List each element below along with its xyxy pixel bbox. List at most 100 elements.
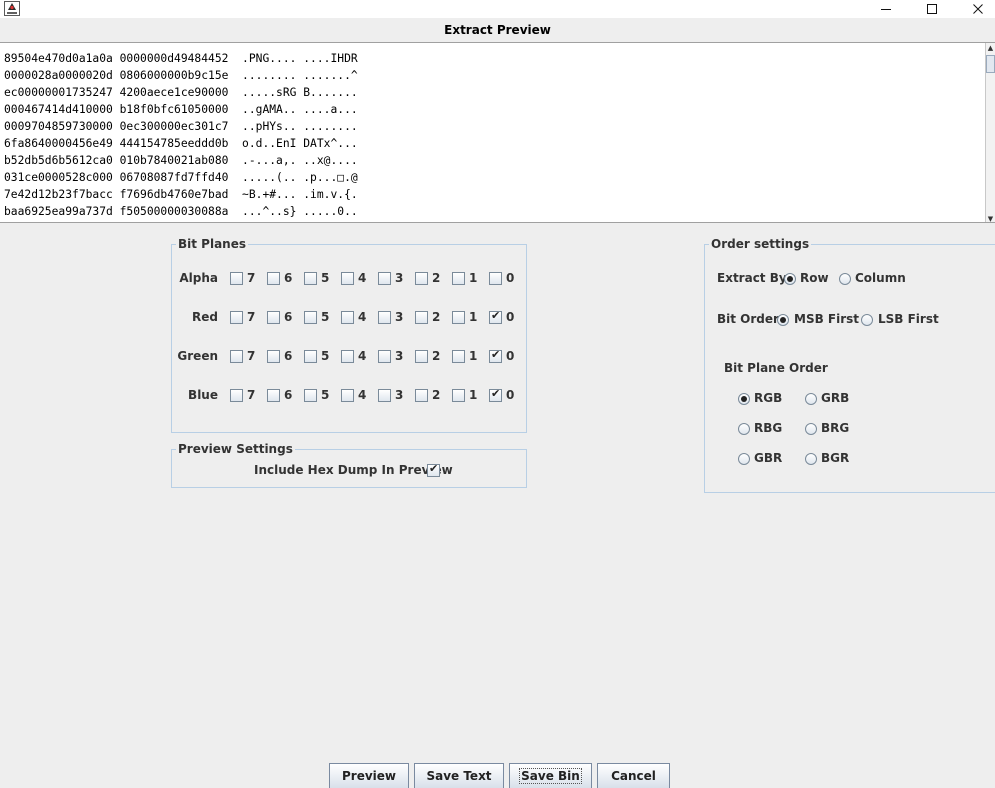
- bit-plane-alpha-1-label[interactable]: 1: [469, 271, 477, 285]
- plane-order-bgr-label[interactable]: BGR: [821, 451, 849, 465]
- plane-order-bgr-radio[interactable]: [805, 453, 817, 465]
- plane-order-rbg-radio[interactable]: [738, 423, 750, 435]
- bit-plane-red-2-checkbox[interactable]: [415, 311, 428, 324]
- bit-plane-blue-5-checkbox[interactable]: [304, 389, 317, 402]
- plane-order-gbr-label[interactable]: GBR: [754, 451, 782, 465]
- bit-plane-green-2-checkbox[interactable]: [415, 350, 428, 363]
- bit-plane-blue-0-checkbox[interactable]: [489, 387, 502, 402]
- bit-plane-blue-4-label[interactable]: 4: [358, 388, 366, 402]
- bit-plane-red-7-checkbox[interactable]: [230, 311, 243, 324]
- extract-by-row-radio[interactable]: [784, 273, 796, 285]
- preview-button[interactable]: Preview: [329, 763, 409, 788]
- bit-plane-alpha-2-label[interactable]: 2: [432, 271, 440, 285]
- bit-plane-alpha-7-checkbox[interactable]: [230, 272, 243, 285]
- bit-plane-blue-6-checkbox[interactable]: [267, 389, 280, 402]
- msb-first-label[interactable]: MSB First: [794, 312, 859, 326]
- bit-plane-alpha-3-checkbox[interactable]: [378, 272, 391, 285]
- extract-by-column-radio[interactable]: [839, 273, 851, 285]
- bit-plane-red-6-label[interactable]: 6: [284, 310, 292, 324]
- bit-plane-alpha-0-checkbox[interactable]: [489, 272, 502, 285]
- extract-by-row-label[interactable]: Row: [800, 271, 829, 285]
- close-button[interactable]: [955, 0, 995, 18]
- bit-plane-green-label: Green: [177, 349, 218, 363]
- bit-plane-red-3-label[interactable]: 3: [395, 310, 403, 324]
- bit-plane-green-7-label[interactable]: 7: [247, 349, 255, 363]
- bit-plane-alpha-1-checkbox[interactable]: [452, 272, 465, 285]
- bit-plane-alpha-4-checkbox[interactable]: [341, 272, 354, 285]
- bit-plane-red-2-label[interactable]: 2: [432, 310, 440, 324]
- bit-plane-green-6-checkbox[interactable]: [267, 350, 280, 363]
- plane-order-rbg-label[interactable]: RBG: [754, 421, 782, 435]
- bit-plane-blue-5-label[interactable]: 5: [321, 388, 329, 402]
- lsb-first-label[interactable]: LSB First: [878, 312, 939, 326]
- bit-plane-green-6-label[interactable]: 6: [284, 349, 292, 363]
- bit-plane-red-1-label[interactable]: 1: [469, 310, 477, 324]
- include-hex-checkbox[interactable]: [427, 462, 440, 477]
- bit-plane-alpha-0-label[interactable]: 0: [506, 271, 514, 285]
- bit-plane-alpha-6-label[interactable]: 6: [284, 271, 292, 285]
- hex-dump-line: 7e42d12b23f7bacc f7696db4760e7bad ~B.+#.…: [4, 188, 358, 201]
- vertical-scrollbar[interactable]: ▲ ▼: [985, 43, 995, 222]
- maximize-button[interactable]: [909, 0, 955, 18]
- bit-plane-red-4-checkbox[interactable]: [341, 311, 354, 324]
- bit-plane-green-3-checkbox[interactable]: [378, 350, 391, 363]
- scrollbar-thumb[interactable]: [986, 55, 995, 73]
- bit-plane-red-3-checkbox[interactable]: [378, 311, 391, 324]
- plane-order-grb-radio[interactable]: [805, 393, 817, 405]
- bit-plane-green-4-label[interactable]: 4: [358, 349, 366, 363]
- cancel-button[interactable]: Cancel: [597, 763, 670, 788]
- bit-plane-red-7-label[interactable]: 7: [247, 310, 255, 324]
- bit-plane-blue-7-checkbox[interactable]: [230, 389, 243, 402]
- bit-plane-alpha-7-label[interactable]: 7: [247, 271, 255, 285]
- scroll-down-icon[interactable]: ▼: [986, 214, 995, 222]
- bit-plane-green-5-checkbox[interactable]: [304, 350, 317, 363]
- bit-plane-blue-2-label[interactable]: 2: [432, 388, 440, 402]
- bit-plane-red-5-label[interactable]: 5: [321, 310, 329, 324]
- extract-by-column-label[interactable]: Column: [855, 271, 906, 285]
- plane-order-gbr-radio[interactable]: [738, 453, 750, 465]
- bit-plane-blue-6-label[interactable]: 6: [284, 388, 292, 402]
- plane-order-rgb-label[interactable]: RGB: [754, 391, 782, 405]
- bit-plane-alpha-3-label[interactable]: 3: [395, 271, 403, 285]
- bit-plane-red-6-checkbox[interactable]: [267, 311, 280, 324]
- bit-plane-green-7-checkbox[interactable]: [230, 350, 243, 363]
- bit-plane-green-2-label[interactable]: 2: [432, 349, 440, 363]
- bit-plane-green-1-checkbox[interactable]: [452, 350, 465, 363]
- bit-plane-blue-0-label[interactable]: 0: [506, 388, 514, 402]
- bit-plane-red-5-checkbox[interactable]: [304, 311, 317, 324]
- bit-plane-green-1-label[interactable]: 1: [469, 349, 477, 363]
- bit-plane-blue-7-label[interactable]: 7: [247, 388, 255, 402]
- bit-plane-alpha-4-label[interactable]: 4: [358, 271, 366, 285]
- bit-plane-green-0-label[interactable]: 0: [506, 349, 514, 363]
- bit-plane-blue-1-checkbox[interactable]: [452, 389, 465, 402]
- plane-order-brg-label[interactable]: BRG: [821, 421, 849, 435]
- save-text-button[interactable]: Save Text: [414, 763, 504, 788]
- bit-plane-red-1-checkbox[interactable]: [452, 311, 465, 324]
- bit-plane-alpha-6-checkbox[interactable]: [267, 272, 280, 285]
- scroll-up-icon[interactable]: ▲: [986, 43, 995, 53]
- bit-plane-alpha-5-checkbox[interactable]: [304, 272, 317, 285]
- bit-plane-green-3-label[interactable]: 3: [395, 349, 403, 363]
- bit-plane-green-5-label[interactable]: 5: [321, 349, 329, 363]
- bit-plane-alpha-2-checkbox[interactable]: [415, 272, 428, 285]
- plane-order-brg-radio[interactable]: [805, 423, 817, 435]
- msb-first-radio[interactable]: [777, 314, 789, 326]
- bit-plane-blue-1-label[interactable]: 1: [469, 388, 477, 402]
- bit-plane-red-4-label[interactable]: 4: [358, 310, 366, 324]
- bit-plane-blue-4-checkbox[interactable]: [341, 389, 354, 402]
- bit-plane-red-0-checkbox[interactable]: [489, 309, 502, 324]
- extract-by-label: Extract By: [717, 271, 787, 285]
- minimize-button[interactable]: [863, 0, 909, 18]
- bit-plane-red-0-label[interactable]: 0: [506, 310, 514, 324]
- bit-plane-alpha-5-label[interactable]: 5: [321, 271, 329, 285]
- bit-plane-blue-3-label[interactable]: 3: [395, 388, 403, 402]
- plane-order-grb-label[interactable]: GRB: [821, 391, 849, 405]
- bit-plane-green-0-checkbox[interactable]: [489, 348, 502, 363]
- bit-plane-blue-3-checkbox[interactable]: [378, 389, 391, 402]
- hex-dump-preview[interactable]: 89504e470d0a1a0a 0000000d49484452 .PNG..…: [0, 42, 995, 223]
- bit-plane-green-4-checkbox[interactable]: [341, 350, 354, 363]
- plane-order-rgb-radio[interactable]: [738, 393, 750, 405]
- lsb-first-radio[interactable]: [861, 314, 873, 326]
- save-bin-button[interactable]: Save Bin: [509, 763, 592, 788]
- bit-plane-blue-2-checkbox[interactable]: [415, 389, 428, 402]
